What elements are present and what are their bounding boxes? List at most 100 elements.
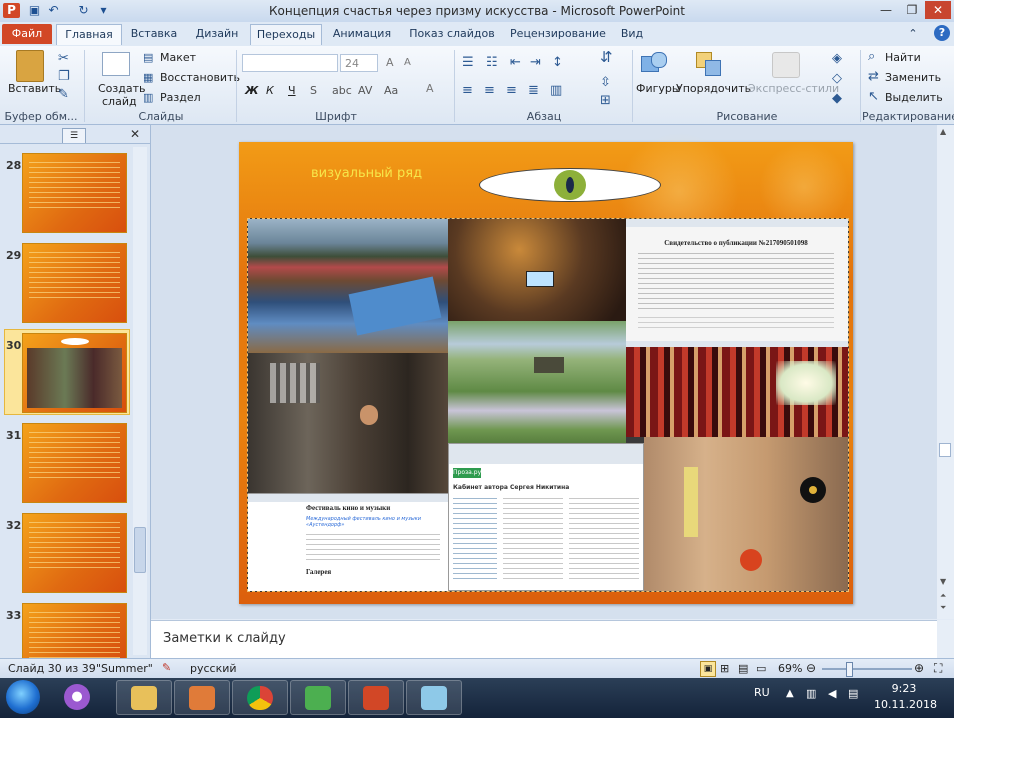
slide-thumbnail-28[interactable] [22,153,127,233]
photo-room-lamp[interactable] [448,219,626,321]
next-slide-icon[interactable]: ⏷ [940,603,946,613]
slide-thumbnail-29[interactable] [22,243,127,323]
clock-date[interactable]: 10.11.2018 [874,698,937,711]
paste-button[interactable]: Вставить [8,82,61,95]
align-left-icon[interactable]: ≡ [462,84,473,98]
taskbar-media[interactable] [174,680,230,715]
taskbar-powerpoint[interactable] [348,680,404,715]
panel-scroll-thumb[interactable] [134,527,146,573]
taskbar-explorer[interactable] [116,680,172,715]
photo-website[interactable]: Фестиваль кино и музыки Международный фе… [248,493,448,591]
outline-tab-icon[interactable]: ☰ [62,128,86,144]
char-spacing-icon[interactable]: AV [358,84,372,98]
tab-review[interactable]: Рецензирование [506,24,610,44]
find-button[interactable]: Найти [885,51,921,64]
close-panel-icon[interactable]: ✕ [130,127,140,141]
numbering-icon[interactable]: ☷ [486,56,498,70]
taskbar-notes[interactable] [406,680,462,715]
slide-scroll-thumb[interactable] [939,443,951,457]
language-indicator[interactable]: русский [190,662,237,675]
format-painter-icon[interactable]: ✎ [58,88,69,102]
photo-collage[interactable]: Свидетельство о публикации №217090501098… [247,218,849,592]
photo-man-workshop[interactable] [248,353,448,493]
start-button-icon[interactable] [6,680,40,714]
underline-button[interactable]: Ч [288,84,296,97]
shadow-icon[interactable]: S [310,84,317,98]
previous-slide-icon[interactable]: ⏶ [940,591,946,601]
slide-heading[interactable]: визуальный ряд [311,166,422,181]
photo-wall-records[interactable] [644,437,848,591]
spellcheck-icon[interactable]: ✎ [162,661,171,674]
theme-name[interactable]: "Summer" [96,662,153,675]
replace-button[interactable]: Заменить [885,71,941,84]
network-icon[interactable]: ▥ [806,687,816,700]
align-center-icon[interactable]: ≡ [484,84,495,98]
columns-icon[interactable]: ▥ [550,84,562,98]
layout-button[interactable]: Макет [160,51,196,64]
shapes-icon[interactable] [641,52,667,76]
scroll-down-icon[interactable]: ▼ [940,577,946,586]
slideshow-icon[interactable]: ▭ [756,662,766,675]
close-button[interactable]: ✕ [925,1,951,19]
zoom-slider-thumb[interactable] [846,662,853,677]
select-button[interactable]: Выделить [885,91,943,104]
font-family-combo[interactable] [242,54,338,72]
justify-icon[interactable]: ≣ [528,84,539,98]
tab-transitions[interactable]: Переходы [250,24,322,45]
change-case-icon[interactable]: Aa [384,84,398,98]
slide-thumbnail-33[interactable] [22,603,127,662]
reading-view-icon[interactable]: ▤ [738,662,748,675]
photo-certificate[interactable]: Свидетельство о публикации №217090501098 [626,219,848,342]
quick-styles-icon[interactable] [772,52,800,78]
new-slide-button-line2[interactable]: слайд [102,95,137,108]
grow-font-icon[interactable]: A [386,56,394,70]
shapes-button[interactable]: Фигуры [636,82,681,95]
italic-button[interactable]: К [266,84,274,97]
new-slide-icon[interactable] [102,52,130,76]
photo-garden[interactable] [448,321,626,449]
slide-canvas[interactable]: визуальный ряд Свидетельство о публикаци… [239,132,853,604]
taskbar-video-editor[interactable] [290,680,346,715]
zoom-out-icon[interactable]: ⊖ [806,661,816,675]
arrange-button[interactable]: Упорядочить [676,82,751,95]
reset-button[interactable]: Восстановить [160,71,240,84]
photo-house-flowers[interactable] [248,219,448,353]
minimize-button[interactable]: — [873,1,899,19]
slide-scrollbar[interactable]: ▲ ▼ ⏶ ⏷ [937,125,954,619]
tab-animations[interactable]: Анимация [328,24,396,44]
microphone-icon[interactable]: ● [64,684,90,710]
taskbar-chrome[interactable] [232,680,288,715]
panel-scrollbar[interactable] [133,147,147,655]
cut-icon[interactable]: ✂ [58,52,69,66]
volume-icon[interactable]: ◀ [828,687,836,700]
text-direction-icon[interactable]: ⇵ [600,50,613,65]
font-color-button[interactable]: А [426,82,434,95]
collapse-ribbon-icon[interactable]: ⌃ [905,24,921,44]
shape-fill-icon[interactable]: ◈ [832,52,842,66]
tab-insert[interactable]: Вставка [126,24,182,44]
scroll-up-icon[interactable]: ▲ [940,127,946,136]
slide-thumbnail-31[interactable] [22,423,127,503]
decrease-indent-icon[interactable]: ⇤ [510,56,521,70]
bullets-icon[interactable]: ☰ [462,56,474,70]
slide-thumbnail-30[interactable] [22,333,127,413]
language-bar[interactable]: RU [754,686,770,699]
eye-shape[interactable] [479,168,661,202]
align-right-icon[interactable]: ≡ [506,84,517,98]
slide-thumbnail-32[interactable] [22,513,127,593]
smartart-icon[interactable]: ⊞ [600,94,611,108]
shape-effects-icon[interactable]: ◆ [832,92,842,106]
maximize-button[interactable]: ❐ [899,1,925,19]
photo-curtains[interactable] [626,341,848,437]
arrange-icon[interactable] [696,52,722,76]
notes-pane[interactable]: Заметки к слайду [151,620,937,659]
tab-slideshow[interactable]: Показ слайдов [404,24,500,44]
slide-sorter-icon[interactable]: ⊞ [720,662,729,675]
section-button[interactable]: Раздел [160,91,201,104]
photo-proza-site[interactable]: Проза.ру Кабинет автора Сергея Никитина [448,443,644,591]
tray-arrow-icon[interactable]: ▲ [786,688,794,699]
copy-icon[interactable]: ❐ [58,70,70,84]
strikethrough-icon[interactable]: abc [332,84,352,98]
zoom-level[interactable]: 69% [778,662,802,675]
new-slide-button-line1[interactable]: Создать [98,82,146,95]
